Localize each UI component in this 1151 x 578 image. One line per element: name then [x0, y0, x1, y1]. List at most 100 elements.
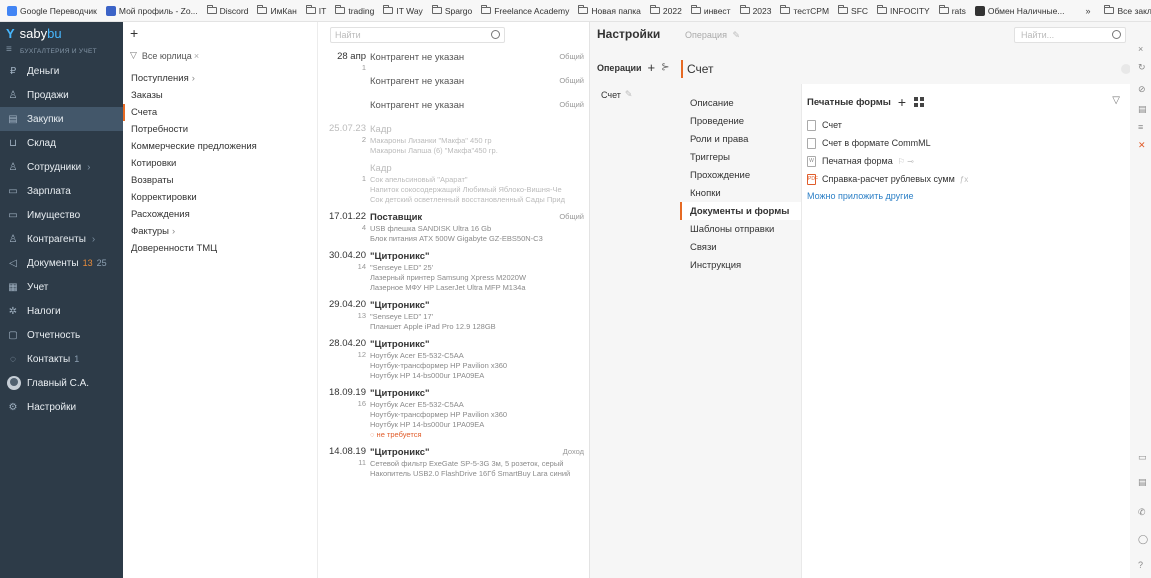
edit-pencil-icon[interactable]: ✎ — [625, 89, 633, 100]
purchases-menu-item[interactable]: Котировки — [123, 155, 318, 172]
document-row[interactable]: 17.01.22 4 Поставщик Общий USB флешка SANDIS… — [318, 210, 589, 244]
bookmark-item[interactable]: 2023 — [739, 5, 771, 16]
bookmarks-overflow-button[interactable]: » — [1085, 6, 1090, 16]
attach-icon[interactable]: ⊘ — [1138, 84, 1146, 95]
purchases-menu-item[interactable]: Поступления › — [123, 70, 318, 87]
operation-menu-item[interactable]: Роли и права — [680, 130, 801, 148]
bookmark-item[interactable]: Мой профиль - Zo... — [105, 5, 198, 16]
add-operation-button[interactable]: + — [648, 60, 656, 75]
sidebar-item[interactable]: ▤ Закупки — [0, 107, 123, 131]
edit-pencil-icon[interactable]: ✎ — [732, 30, 740, 40]
settings-search-input[interactable]: Найти... — [1014, 27, 1126, 43]
sidebar-item[interactable]: ₽ Деньги — [0, 59, 123, 83]
list-search-input[interactable]: Найти — [330, 27, 505, 43]
bookmark-item[interactable]: инвест — [690, 5, 731, 16]
purchases-menu-item[interactable]: Возвраты — [123, 172, 318, 189]
bookmark-item[interactable]: trading — [335, 5, 374, 16]
sidebar-item[interactable]: ♙ Сотрудники › — [0, 155, 123, 179]
bookmark-item[interactable]: 2022 — [649, 5, 682, 16]
sidebar-item[interactable]: ◌ Контакты 1 — [0, 347, 123, 371]
operation-menu-item[interactable]: Описание — [680, 94, 801, 112]
refresh-icon[interactable]: ↻ — [1138, 62, 1146, 73]
operation-menu-item[interactable]: Документы и формы — [680, 202, 801, 220]
bookmark-item[interactable]: Discord — [206, 5, 248, 16]
notes-icon[interactable]: ▭ — [1138, 452, 1147, 463]
purchases-menu-item[interactable]: Расхождения — [123, 206, 318, 223]
bookmark-item[interactable]: Freelance Academy — [481, 5, 569, 16]
expand-icon[interactable]: ⊱ — [661, 62, 669, 73]
legal-entities-filter[interactable]: ▽ Все юрлица × — [130, 50, 199, 61]
clear-filter-icon[interactable]: × — [194, 51, 199, 61]
document-row[interactable]: Контрагент не указан Общий — [318, 98, 589, 118]
operation-menu-item[interactable]: Инструкция — [680, 256, 801, 274]
operation-menu-item[interactable]: Проведение — [680, 112, 801, 130]
document-row[interactable]: 14.08.19 11 "Цитроникс" Доход Сетевой фильтр… — [318, 445, 589, 479]
bookmark-item[interactable]: Новая папка — [578, 5, 641, 16]
document-row[interactable]: 29.04.20 13 "Цитроникс" "Senseye LED" 17' Пл… — [318, 298, 589, 332]
bookmark-item[interactable]: SFC — [838, 5, 868, 16]
bookmark-item[interactable]: ИмКан — [257, 5, 297, 16]
purchases-menu-item[interactable]: Коммерческие предложения — [123, 138, 318, 155]
operation-list-item[interactable]: Счет ✎ — [601, 89, 632, 100]
document-row[interactable]: 25.07.23 2 Кадр Макароны Лизанки "Макфа" 45… — [318, 122, 589, 156]
sidebar-item[interactable]: ⚙ Настройки — [0, 395, 123, 419]
chat-icon[interactable]: ◯ — [1138, 534, 1148, 545]
calendar-icon[interactable]: ▤ — [1138, 477, 1147, 488]
document-row[interactable]: 28.04.20 12 "Цитроникс" Ноутбук Acer E5-532… — [318, 337, 589, 381]
document-row[interactable]: 1 Кадр Сок апельсиновый "Арарат" Напиток со… — [318, 161, 589, 205]
operation-menu-item[interactable]: Связи — [680, 238, 801, 256]
operation-menu-item[interactable]: Шаблоны отправки — [680, 220, 801, 238]
document-row[interactable]: 30.04.20 14 "Цитроникс" "Senseye LED" 25' Ла… — [318, 249, 589, 293]
phone-icon[interactable]: ✆ — [1138, 507, 1146, 518]
bookmark-item[interactable]: rats — [938, 5, 966, 16]
add-print-form-button[interactable]: + — [898, 94, 906, 110]
sidebar-item[interactable]: ♙ Контрагенты › — [0, 227, 123, 251]
sidebar-item[interactable]: ⊔ Склад — [0, 131, 123, 155]
create-button[interactable]: + — [130, 25, 138, 41]
purchases-menu-item[interactable]: Счета — [123, 104, 318, 121]
bookmark-item[interactable]: тестCPM — [780, 5, 829, 16]
sidebar-item[interactable]: ▭ Имущество — [0, 203, 123, 227]
list-icon[interactable]: ≡ — [1138, 122, 1143, 132]
print-form-item[interactable]: Счет — [807, 116, 968, 134]
all-bookmarks-button[interactable]: Все заклад — [1104, 5, 1151, 16]
operation-menu-item[interactable]: Прохождение — [680, 166, 801, 184]
bookmark-item[interactable]: IT — [305, 5, 326, 16]
print-form-item[interactable]: Счет в формате CommML — [807, 134, 968, 152]
bookmark-item[interactable]: IT Way — [383, 5, 423, 16]
document-row[interactable]: 18.09.19 16 "Цитроникс" Ноутбук Acer E5-532… — [318, 386, 589, 440]
sidebar-item[interactable]: ♙ Продажи — [0, 83, 123, 107]
sidebar-item[interactable]: ▢ Отчетность — [0, 323, 123, 347]
sidebar-item[interactable]: ▭ Зарплата — [0, 179, 123, 203]
operation-name-field[interactable]: Счет — [681, 60, 1141, 78]
print-form-item[interactable]: W Печатная форма ⚐ ⊸ — [807, 152, 968, 170]
close-red-icon[interactable]: ✕ — [1138, 140, 1146, 151]
close-icon[interactable]: × — [1138, 44, 1143, 54]
attach-other-link[interactable]: Можно приложить другие — [807, 188, 968, 204]
app-subtitle[interactable]: БУХГАЛТЕРИЯ И УЧЕТ — [0, 44, 123, 59]
bookmark-item[interactable]: Spargo — [431, 5, 472, 16]
purchases-menu-item[interactable]: Заказы — [123, 87, 318, 104]
bookmark-item[interactable]: INFOCITY — [877, 5, 930, 16]
sidebar-item[interactable]: ◁ Документы 13 25 — [0, 251, 123, 275]
grid-view-icon[interactable] — [914, 97, 925, 107]
search-icon[interactable] — [491, 30, 500, 39]
sabybu-logo[interactable]: Y saby bu — [0, 22, 123, 44]
document-row[interactable]: 28 апр 1 Контрагент не указан Общий — [318, 50, 589, 72]
sidebar-item[interactable]: ✲ Налоги — [0, 299, 123, 323]
operation-menu-item[interactable]: Триггеры — [680, 148, 801, 166]
filter-icon[interactable]: ▽ — [1112, 95, 1120, 106]
purchases-menu-item[interactable]: Доверенности ТМЦ — [123, 240, 318, 257]
purchases-menu-item[interactable]: Фактуры › — [123, 223, 318, 240]
bookmark-item[interactable]: Google Переводчик — [7, 5, 97, 16]
sidebar-item[interactable]: Главный С.А. — [0, 371, 123, 395]
search-icon[interactable] — [1112, 30, 1121, 39]
bookmark-item[interactable]: Обмен Наличные... — [974, 5, 1064, 16]
operation-menu-item[interactable]: Кнопки — [680, 184, 801, 202]
sidebar-item[interactable]: ▦ Учет — [0, 275, 123, 299]
purchases-menu-item[interactable]: Корректировки — [123, 189, 318, 206]
document-row[interactable]: Контрагент не указан Общий — [318, 74, 589, 94]
save-icon[interactable]: ▤ — [1138, 104, 1147, 115]
print-form-item[interactable]: PDF Справка-расчет рублевых сумм ƒx — [807, 170, 968, 188]
purchases-menu-item[interactable]: Потребности — [123, 121, 318, 138]
